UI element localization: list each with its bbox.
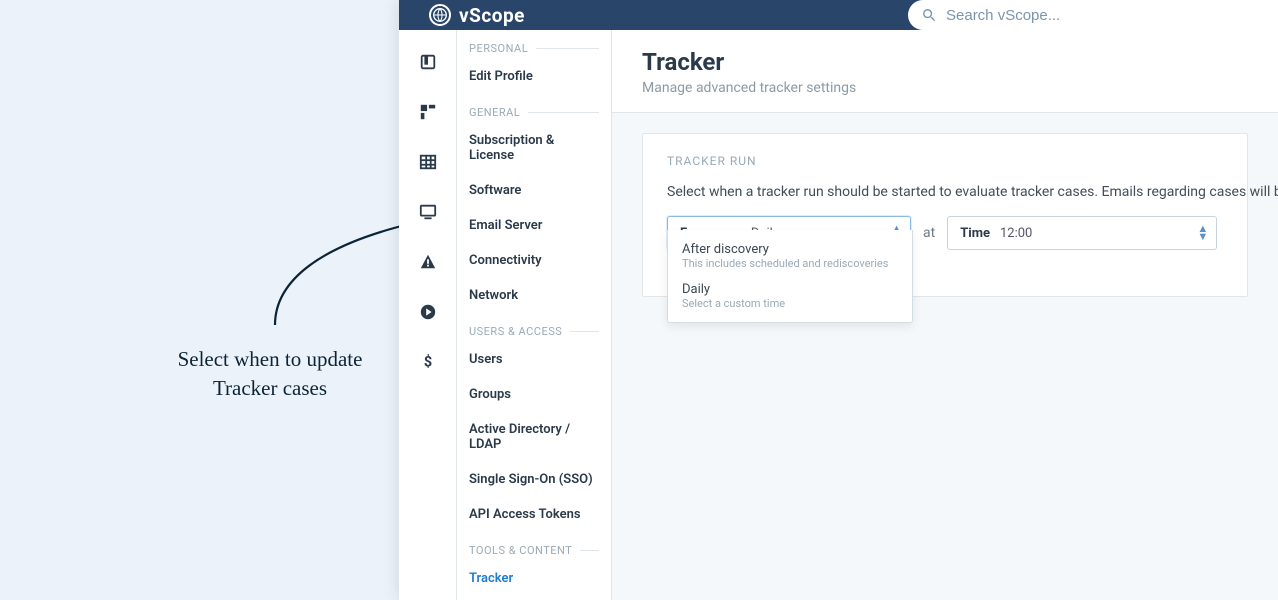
nav-section-general: GENERAL — [457, 94, 611, 123]
frequency-option-daily[interactable]: Daily Select a custom time — [668, 276, 912, 316]
dashboard-icon[interactable] — [418, 102, 438, 122]
nav-item-groups[interactable]: Groups — [457, 377, 611, 412]
nav-item-sso[interactable]: Single Sign-On (SSO) — [457, 462, 611, 497]
nav-item-software[interactable]: Software — [457, 173, 611, 208]
time-label: Time — [960, 226, 990, 241]
option-title: Daily — [682, 282, 898, 297]
nav-section-users: USERS & ACCESS — [457, 313, 611, 342]
icon-rail: $ — [399, 30, 457, 600]
page-header: Tracker Manage advanced tracker settings — [612, 30, 1278, 113]
chevron-updown-icon: ▲▼ — [1197, 225, 1208, 241]
top-bar: vScope — [399, 0, 1278, 30]
nav-item-edit-profile[interactable]: Edit Profile — [457, 59, 611, 94]
dollar-icon[interactable]: $ — [418, 352, 438, 372]
globe-icon — [429, 4, 451, 26]
search-input[interactable] — [946, 7, 1264, 24]
frequency-option-after-discovery[interactable]: After discovery This includes scheduled … — [668, 236, 912, 276]
annotation-line2: Tracker cases — [140, 374, 400, 403]
nav-item-connectivity[interactable]: Connectivity — [457, 243, 611, 278]
card-title: TRACKER RUN — [667, 154, 1223, 168]
card-description: Select when a tracker run should be star… — [667, 184, 1223, 200]
at-label: at — [923, 225, 935, 241]
monitor-icon[interactable] — [418, 202, 438, 222]
annotation-line1: Select when to update — [140, 345, 400, 374]
frequency-dropdown: After discovery This includes scheduled … — [667, 230, 913, 323]
tracker-run-card: TRACKER RUN Select when a tracker run sh… — [642, 133, 1248, 297]
option-subtitle: Select a custom time — [682, 297, 898, 310]
nav-item-api-tokens[interactable]: API Access Tokens — [457, 497, 611, 532]
nav-item-properties[interactable]: Properties — [457, 596, 611, 600]
nav-section-personal: PERSONAL — [457, 30, 611, 59]
nav-item-network[interactable]: Network — [457, 278, 611, 313]
page-subtitle: Manage advanced tracker settings — [642, 80, 1248, 96]
global-search[interactable] — [908, 0, 1278, 30]
app-window: vScope $ PERSONAL Edit Profile GENERAL S… — [399, 0, 1278, 600]
option-title: After discovery — [682, 242, 898, 257]
play-icon[interactable] — [418, 302, 438, 322]
time-select[interactable]: Time 12:00 ▲▼ — [947, 216, 1217, 250]
nav-item-tracker[interactable]: Tracker — [457, 561, 611, 596]
search-icon — [922, 8, 936, 22]
warning-icon[interactable] — [418, 252, 438, 272]
time-value: 12:00 — [1000, 226, 1032, 241]
option-subtitle: This includes scheduled and rediscoverie… — [682, 257, 898, 270]
nav-item-ad-ldap[interactable]: Active Directory / LDAP — [457, 412, 611, 462]
settings-nav: PERSONAL Edit Profile GENERAL Subscripti… — [457, 30, 612, 600]
brand-name: vScope — [459, 4, 525, 27]
nav-item-users[interactable]: Users — [457, 342, 611, 377]
svg-text:$: $ — [423, 354, 431, 371]
page-title: Tracker — [642, 48, 1248, 76]
nav-section-tools: TOOLS & CONTENT — [457, 532, 611, 561]
nav-item-email-server[interactable]: Email Server — [457, 208, 611, 243]
bookmark-icon[interactable] — [418, 52, 438, 72]
table-icon[interactable] — [418, 152, 438, 172]
main-pane: Tracker Manage advanced tracker settings… — [612, 30, 1278, 600]
annotation-callout: Select when to update Tracker cases — [140, 345, 400, 404]
brand-logo[interactable]: vScope — [429, 4, 525, 27]
nav-item-subscription[interactable]: Subscription & License — [457, 123, 611, 173]
